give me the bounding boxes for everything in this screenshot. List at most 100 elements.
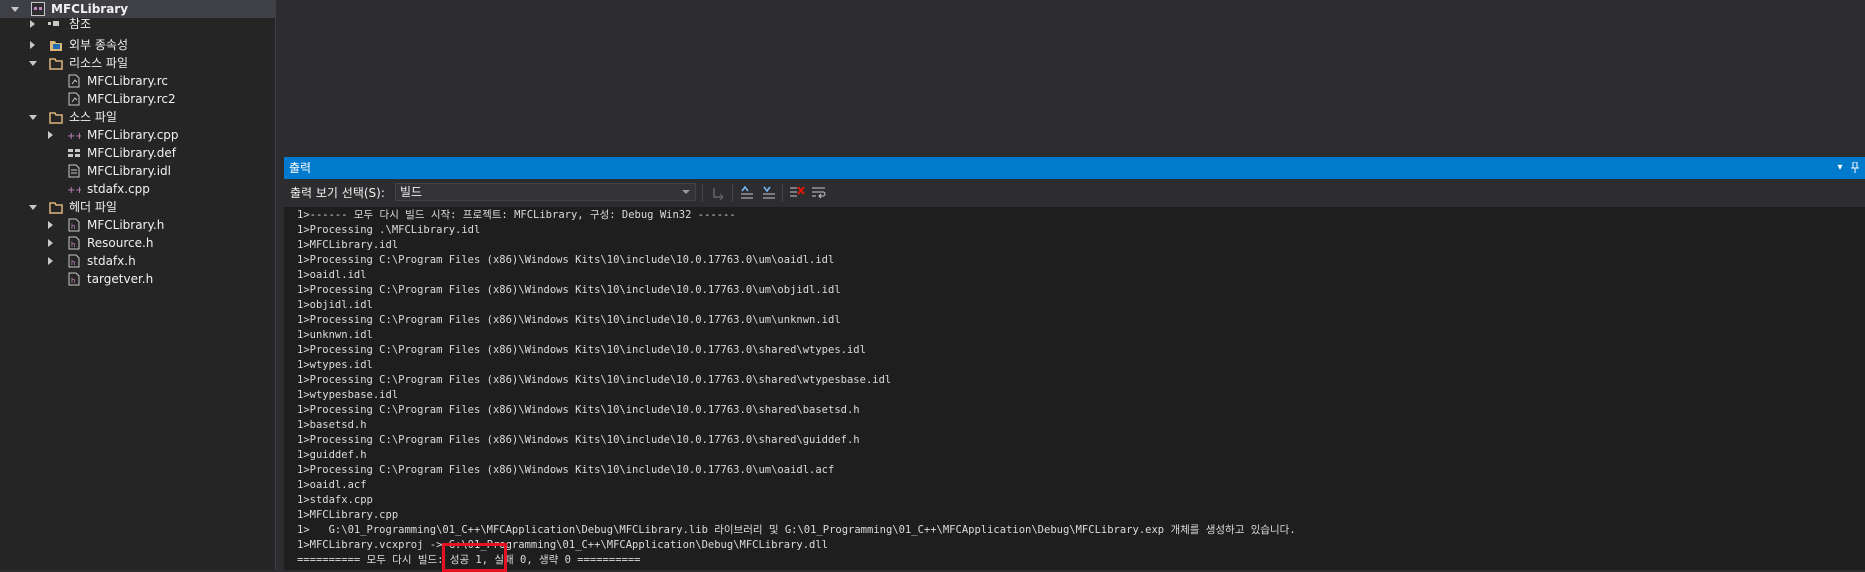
output-line: 1>Processing C:\Program Files (x86)\Wind… — [297, 314, 841, 326]
svg-text:++: ++ — [67, 185, 81, 196]
tree-item-file[interactable]: h stdafx.h — [0, 252, 275, 270]
output-line: 1>Processing C:\Program Files (x86)\Wind… — [297, 344, 866, 356]
output-toolbar: 출력 보기 선택(S): 빌드 — [284, 179, 1865, 207]
idl-file-icon — [67, 164, 81, 178]
tree-item-label: 소스 파일 — [69, 110, 117, 124]
tree-item-file[interactable]: h Resource.h — [0, 234, 275, 252]
word-wrap-icon[interactable] — [810, 184, 828, 202]
header-file-icon: h — [67, 236, 81, 250]
output-line: 1>MFCLibrary.vcxproj -> G:\01_Programmin… — [297, 539, 829, 551]
toolbar-separator — [732, 184, 733, 202]
tree-item-label: 참조 — [69, 17, 92, 31]
vc-project-icon: ⁺ — [31, 2, 45, 16]
output-line: 1>MFCLibrary.idl — [297, 239, 399, 251]
solution-explorer: ⁺ MFCLibrary 참조 외부 종속성 리소스 파일 MFCLibrary… — [0, 0, 276, 570]
expand-arrow-icon[interactable] — [29, 205, 37, 210]
output-line: 1>Processing .\MFCLibrary.idl — [297, 224, 481, 236]
chevron-down-icon — [682, 190, 690, 194]
def-file-icon — [67, 146, 81, 160]
references-icon — [47, 17, 61, 31]
output-line: 1>Processing C:\Program Files (x86)\Wind… — [297, 374, 892, 386]
expand-arrow-icon[interactable] — [48, 257, 53, 265]
resource-file-icon — [67, 74, 81, 88]
svg-text:h: h — [71, 223, 75, 231]
highlight-annotation-box — [442, 543, 507, 572]
tree-item-file[interactable]: MFCLibrary.rc — [0, 72, 275, 90]
tree-item-label: MFCLibrary.cpp — [87, 128, 179, 142]
tree-item-file[interactable]: ++ MFCLibrary.cpp — [0, 126, 275, 144]
expand-arrow-icon[interactable] — [29, 115, 37, 120]
tree-item-label: targetver.h — [87, 272, 154, 286]
expand-arrow-icon[interactable] — [30, 41, 35, 49]
editor-area — [277, 0, 1865, 155]
output-line: 1>guiddef.h — [297, 449, 367, 461]
output-source-select[interactable]: 빌드 — [395, 183, 696, 201]
dropdown-arrow-icon[interactable]: ▾ — [1833, 160, 1847, 176]
tree-item-label: MFCLibrary.def — [87, 146, 176, 160]
output-panel-title: 출력 — [289, 161, 312, 175]
tree-item-label: MFCLibrary.rc2 — [87, 92, 176, 106]
cpp-file-icon: ++ — [67, 182, 84, 196]
pin-icon[interactable] — [1848, 160, 1862, 176]
tree-item-label: stdafx.cpp — [87, 182, 150, 196]
output-line: 1>Processing C:\Program Files (x86)\Wind… — [297, 434, 860, 446]
tree-item-folder-headers[interactable]: 헤더 파일 — [0, 198, 275, 216]
expand-arrow-icon[interactable] — [11, 7, 19, 12]
next-message-icon[interactable] — [760, 184, 778, 202]
tree-item-label: stdafx.h — [87, 254, 136, 268]
expand-arrow-icon[interactable] — [29, 61, 37, 66]
tree-item-file[interactable]: ++ stdafx.cpp — [0, 180, 275, 198]
tree-item-label: MFCLibrary.rc — [87, 74, 168, 88]
tree-item-folder-source[interactable]: 소스 파일 — [0, 108, 275, 126]
toolbar-separator — [702, 184, 703, 202]
tree-item-label: 헤더 파일 — [69, 200, 117, 214]
svg-text:h: h — [71, 241, 75, 249]
svg-text:h: h — [71, 277, 75, 285]
go-to-message-icon[interactable] — [710, 184, 728, 202]
external-dependencies-icon — [49, 38, 63, 52]
tree-item-label: MFCLibrary.idl — [87, 164, 171, 178]
output-line: 1>oaidl.idl — [297, 269, 367, 281]
tree-item-file[interactable]: MFCLibrary.idl — [0, 162, 275, 180]
tree-item-label: MFCLibrary.h — [87, 218, 165, 232]
output-line: 1>Processing C:\Program Files (x86)\Wind… — [297, 464, 835, 476]
output-line: 1> G:\01_Programming\01_C++\MFCApplicati… — [297, 524, 1296, 536]
expand-arrow-icon[interactable] — [30, 20, 35, 28]
output-source-label: 출력 보기 선택(S): — [290, 186, 385, 200]
output-panel: 출력 ▾ 출력 보기 선택(S): 빌드 1>------ 모두 다시 빌드 시… — [284, 157, 1865, 570]
folder-icon — [49, 200, 63, 214]
toolbar-separator — [782, 184, 783, 202]
output-line: 1>Processing C:\Program Files (x86)\Wind… — [297, 284, 841, 296]
header-file-icon: h — [67, 218, 81, 232]
output-line: 1>MFCLibrary.cpp — [297, 509, 399, 521]
tree-item-external-dependencies[interactable]: 외부 종속성 — [0, 36, 275, 54]
output-line: 1>wtypes.idl — [297, 359, 373, 371]
tree-item-label: Resource.h — [87, 236, 154, 250]
output-line: 1>basetsd.h — [297, 419, 367, 431]
output-line: 1>unknwn.idl — [297, 329, 373, 341]
header-file-icon: h — [67, 254, 81, 268]
cpp-file-icon: ++ — [67, 128, 84, 142]
tree-item-label: 리소스 파일 — [69, 56, 129, 70]
header-file-icon: h — [67, 272, 81, 286]
previous-message-icon[interactable] — [738, 184, 756, 202]
output-title-bar[interactable]: 출력 ▾ — [284, 157, 1865, 179]
output-line: 1>Processing C:\Program Files (x86)\Wind… — [297, 404, 860, 416]
tree-item-references[interactable]: 참조 — [0, 15, 275, 33]
expand-arrow-icon[interactable] — [48, 239, 53, 247]
clear-all-icon[interactable] — [788, 184, 806, 202]
svg-text:++: ++ — [67, 131, 81, 142]
folder-icon — [49, 56, 63, 70]
tree-item-file[interactable]: h targetver.h — [0, 270, 275, 288]
expand-arrow-icon[interactable] — [48, 131, 53, 139]
tree-item-folder-resources[interactable]: 리소스 파일 — [0, 54, 275, 72]
output-source-value: 빌드 — [400, 185, 423, 199]
tree-item-file[interactable]: MFCLibrary.def — [0, 144, 275, 162]
resource-file-icon — [67, 92, 81, 106]
output-line: 1>stdafx.cpp — [297, 494, 373, 506]
tree-item-file[interactable]: MFCLibrary.rc2 — [0, 90, 275, 108]
output-line: 1>objidl.idl — [297, 299, 373, 311]
output-text-area[interactable]: 1>------ 모두 다시 빌드 시작: 프로젝트: MFCLibrary, … — [284, 207, 1865, 570]
expand-arrow-icon[interactable] — [48, 221, 53, 229]
tree-item-file[interactable]: h MFCLibrary.h — [0, 216, 275, 234]
